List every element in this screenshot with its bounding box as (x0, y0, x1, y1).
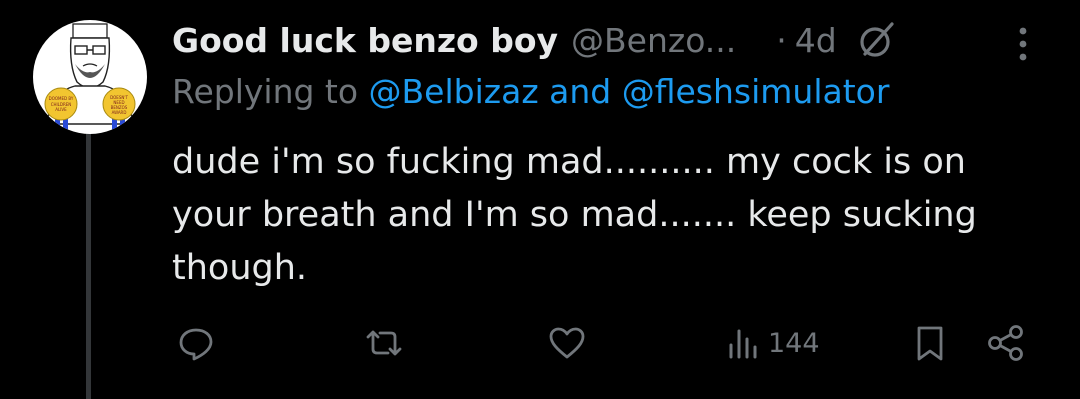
svg-text:ALIVE: ALIVE (55, 107, 67, 112)
action-bar: 144 (0, 318, 1080, 368)
share-icon (988, 325, 1023, 361)
author-handle[interactable]: @Benzo... (571, 21, 736, 60)
views-icon (729, 329, 757, 359)
replying-prefix: Replying to (172, 72, 369, 111)
views-button[interactable]: 144 (726, 318, 820, 368)
avatar-drawing: DOOMED BY CHILDREN ALIVE DOESN'T NEED BE… (44, 23, 136, 130)
avatar[interactable]: DOOMED BY CHILDREN ALIVE DOESN'T NEED BE… (33, 20, 147, 134)
svg-text:AWARD: AWARD (112, 110, 127, 115)
like-icon (549, 327, 585, 359)
mention-joiner: and (538, 72, 622, 111)
svg-text:DOOMED BY: DOOMED BY (49, 96, 74, 101)
like-button[interactable] (547, 318, 587, 368)
reply-button[interactable] (176, 318, 216, 368)
timestamp[interactable]: 4d (795, 21, 837, 60)
tweet-text: dude i'm so fucking mad.......... my coc… (172, 142, 977, 288)
bookmark-icon (917, 326, 943, 361)
grok-icon[interactable] (857, 20, 897, 60)
reply-icon (179, 328, 213, 361)
share-button[interactable] (985, 318, 1027, 368)
retweet-button[interactable] (362, 318, 406, 368)
retweet-icon (366, 330, 402, 356)
views-count: 144 (768, 327, 820, 359)
mention-link[interactable]: @Belbizaz (369, 72, 539, 111)
author-name[interactable]: Good luck benzo boy (172, 21, 558, 60)
more-icon[interactable] (1010, 22, 1036, 66)
mention-link[interactable]: @fleshsimulator (622, 72, 890, 111)
replying-to-line: Replying to @Belbizaz and @fleshsimulato… (172, 72, 889, 111)
separator-dot: · (776, 20, 787, 60)
tweet-header: Good luck benzo boy @Benzo... · 4d (172, 12, 897, 68)
bookmark-button[interactable] (910, 318, 950, 368)
